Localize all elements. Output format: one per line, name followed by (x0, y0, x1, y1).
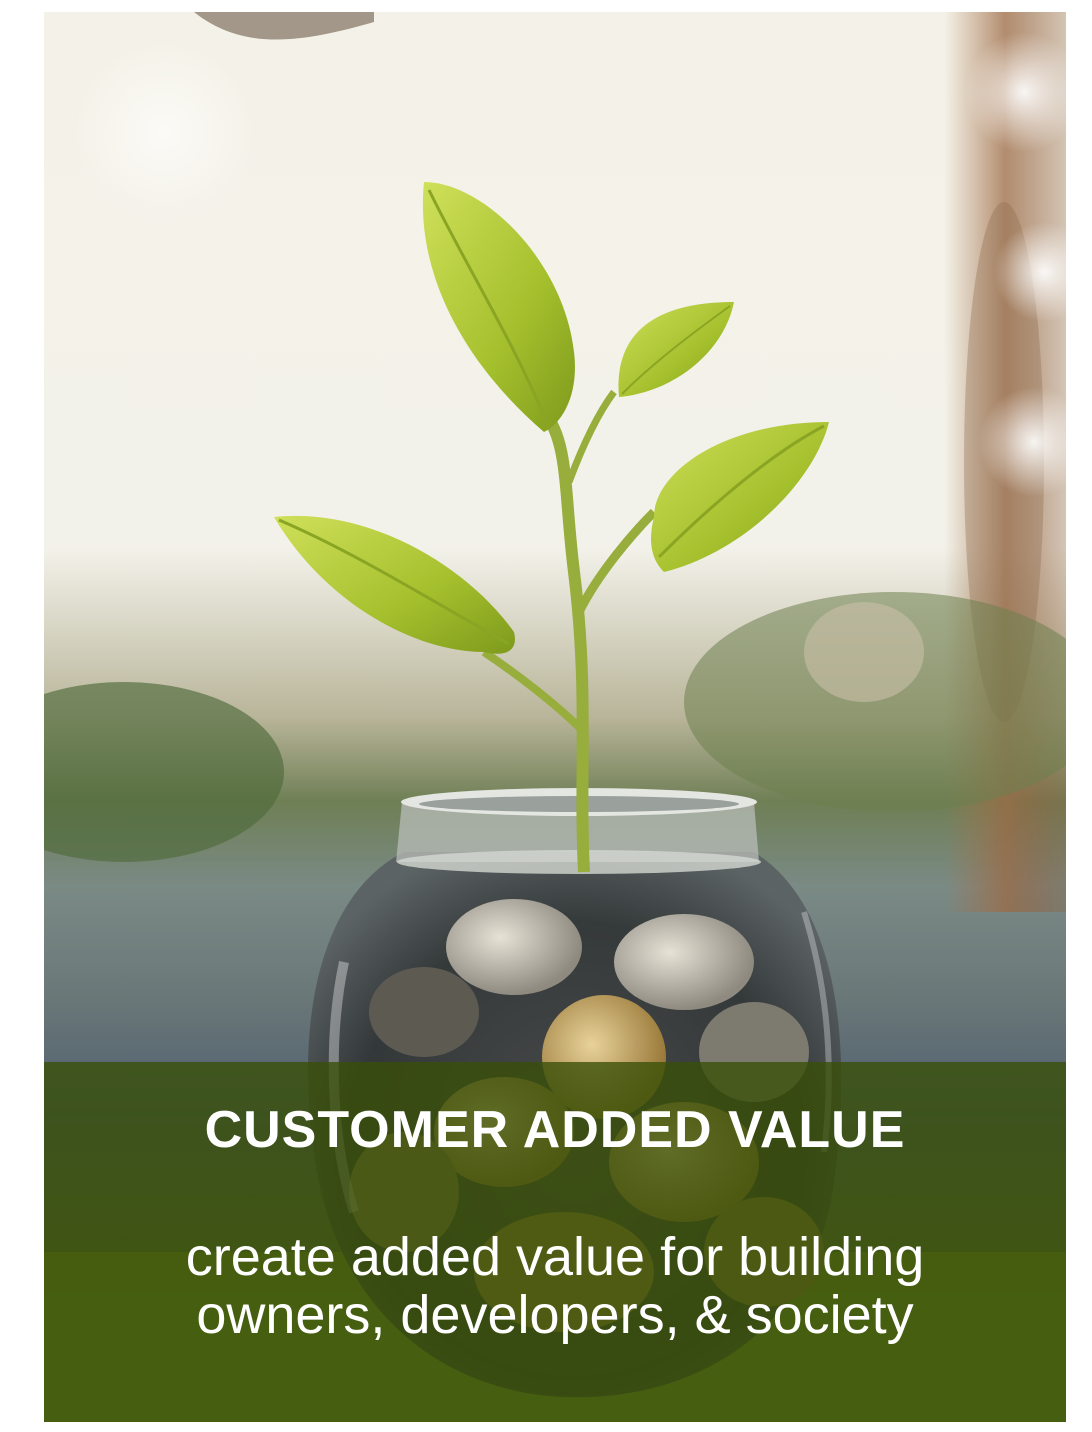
card-subtitle: create added value for building owners, … (44, 1228, 1066, 1344)
card-title: CUSTOMER ADDED VALUE (204, 1101, 906, 1159)
subtitle-line-1: create added value for building (185, 1227, 925, 1287)
subtitle-line-2: owners, developers, & society (196, 1285, 914, 1345)
caption-overlay: CUSTOMER ADDED VALUE create added value … (44, 1062, 1066, 1422)
value-card: CUSTOMER ADDED VALUE create added value … (44, 12, 1066, 1422)
